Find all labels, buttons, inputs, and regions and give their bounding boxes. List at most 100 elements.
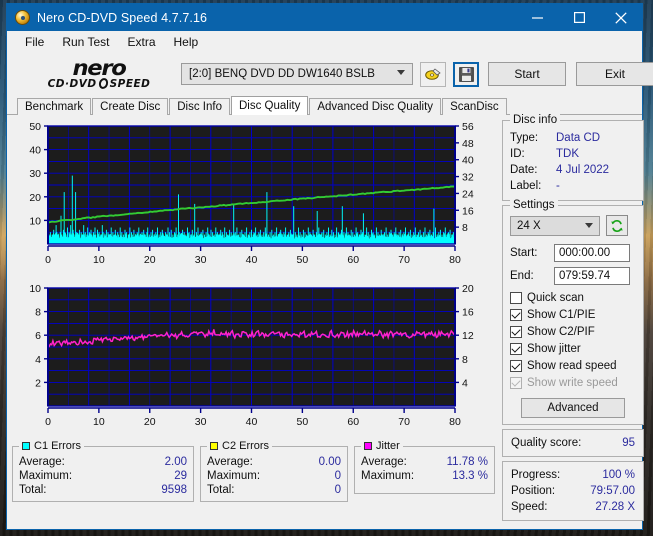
minimize-icon[interactable] (516, 4, 558, 31)
svg-text:8: 8 (462, 354, 468, 366)
jitter-maximum-row: Maximum: 13.3 % (361, 469, 488, 483)
svg-text:70: 70 (398, 254, 410, 266)
speed-value: 27.28 X (595, 501, 635, 513)
menu-item-run-test[interactable]: Run Test (53, 34, 118, 50)
c1-average-label: Average: (19, 456, 65, 468)
c1-errors-chart: 10 20 30 40 50 8 16 24 32 40 48 56 0 10 20 30 40 50 60 70 80 (12, 120, 497, 280)
c1-average-value: 2.00 (164, 456, 187, 468)
checkbox-show-jitter-box (510, 343, 522, 355)
svg-text:0: 0 (45, 254, 51, 266)
c2-total-row: Total: 0 (207, 483, 341, 497)
checkbox-show-write-speed-label: Show write speed (527, 377, 618, 389)
tab-benchmark[interactable]: Benchmark (17, 98, 92, 115)
tab-create-disc[interactable]: Create Disc (92, 98, 169, 115)
end-field-label: End: (510, 270, 534, 282)
c2-average-label: Average: (207, 456, 253, 468)
position-value: 79:57.00 (590, 485, 635, 497)
progress-value: 100 % (602, 469, 635, 481)
menu-item-extra[interactable]: Extra (118, 34, 164, 50)
checkbox-show-c2-pif[interactable]: Show C2/PIF (510, 324, 636, 340)
svg-text:16: 16 (462, 307, 474, 319)
disc-date-label: Date: (510, 164, 538, 176)
tab-scandisc[interactable]: ScanDisc (442, 98, 507, 115)
start-button[interactable]: Start (488, 62, 566, 86)
tab-advanced-disc-quality[interactable]: Advanced Disc Quality (309, 98, 442, 115)
close-icon[interactable] (600, 4, 642, 31)
checkbox-show-c1-pie-box (510, 309, 522, 321)
menu-item-help[interactable]: Help (165, 34, 208, 50)
disc-icon (15, 10, 30, 25)
c2-errors-legend-label: C2 Errors (222, 440, 270, 452)
checkbox-show-jitter-label: Show jitter (527, 343, 581, 355)
tab-disc-quality[interactable]: Disc Quality (231, 96, 309, 115)
drive-select[interactable]: [2:0] BENQ DVD DD DW1640 BSLB (181, 63, 413, 85)
speed-row-status: Speed: 27.28 X (511, 499, 635, 515)
exit-button[interactable]: Exit (576, 62, 653, 86)
checkbox-show-c2-pif-label: Show C2/PIF (527, 326, 595, 338)
window-controls (516, 4, 642, 31)
svg-text:30: 30 (195, 254, 207, 266)
statistics-row: C1 Errors Average: 2.00 Maximum: 29 Tota… (12, 440, 497, 502)
svg-text:56: 56 (462, 121, 474, 133)
svg-text:50: 50 (297, 254, 309, 266)
tab-disc-info[interactable]: Disc Info (169, 98, 230, 115)
checkbox-quick-scan[interactable]: Quick scan (510, 290, 636, 306)
end-field-row: End: 079:59.74 (510, 267, 636, 285)
c2-total-value: 0 (334, 484, 341, 496)
svg-text:6: 6 (35, 330, 41, 342)
c1-maximum-label: Maximum: (19, 470, 73, 482)
maximize-icon[interactable] (558, 4, 600, 31)
quality-score-value: 95 (622, 437, 635, 449)
checkbox-quick-scan-box (510, 292, 522, 304)
jitter-legend: Jitter (361, 440, 403, 452)
checkbox-show-c1-pie[interactable]: Show C1/PIE (510, 307, 636, 323)
settings-group-label: Settings (510, 199, 558, 211)
c2-maximum-value: 0 (334, 470, 341, 482)
eject-disc-icon[interactable] (420, 61, 446, 87)
menu-item-file[interactable]: File (16, 34, 53, 50)
tab-bar: Benchmark Create Disc Disc Info Disc Qua… (7, 96, 642, 115)
checkbox-show-read-speed[interactable]: Show read speed (510, 358, 636, 374)
svg-text:60: 60 (347, 254, 359, 266)
menu-bar: File Run Test Extra Help (7, 31, 642, 52)
save-floppy-icon[interactable] (453, 61, 479, 87)
svg-text:40: 40 (246, 416, 258, 428)
svg-text:40: 40 (246, 254, 258, 266)
speed-select-value: 24 X (517, 219, 541, 232)
end-input[interactable]: 079:59.74 (554, 267, 630, 285)
window-title: Nero CD-DVD Speed 4.7.7.16 (37, 10, 208, 25)
svg-text:48: 48 (462, 138, 474, 150)
svg-text:80: 80 (449, 416, 461, 428)
speed-label: Speed: (511, 501, 548, 513)
disc-date-row: Date: 4 Jul 2022 (510, 162, 636, 178)
refresh-icon[interactable] (606, 215, 628, 236)
svg-text:32: 32 (462, 172, 474, 184)
start-input[interactable]: 000:00.00 (554, 244, 630, 262)
c1-total-row: Total: 9598 (19, 483, 187, 497)
quality-score-group: Quality score: 95 (502, 429, 644, 457)
start-field-label: Start: (510, 247, 538, 259)
svg-text:20: 20 (29, 192, 41, 204)
c1-total-value: 9598 (161, 484, 187, 496)
svg-text:4: 4 (462, 377, 468, 389)
jitter-maximum-value: 13.3 % (452, 470, 488, 482)
progress-label: Progress: (511, 469, 561, 481)
svg-text:0: 0 (45, 416, 51, 428)
svg-text:80: 80 (449, 254, 461, 266)
quality-score-row: Quality score: 95 (511, 435, 635, 451)
svg-text:10: 10 (93, 416, 105, 428)
jitter-color-swatch (364, 442, 372, 450)
jitter-average-row: Average: 11.78 % (361, 455, 488, 469)
speed-select[interactable]: 24 X (510, 215, 600, 236)
toolbar: nero CD·DVD SPEED [2:0] BENQ DVD DD DW16… (7, 52, 653, 96)
advanced-button[interactable]: Advanced (521, 398, 625, 418)
svg-text:50: 50 (297, 416, 309, 428)
checkbox-show-jitter[interactable]: Show jitter (510, 341, 636, 357)
quality-score-label: Quality score: (511, 437, 582, 449)
side-panel: Disc info Type: Data CD ID: TDK Date: 4 … (502, 114, 644, 525)
svg-text:10: 10 (29, 215, 41, 227)
c2-maximum-label: Maximum: (207, 470, 261, 482)
settings-group: Settings 24 X Start: 000:00.00 End: 079:… (502, 199, 644, 425)
c2-errors-legend: C2 Errors (207, 440, 273, 452)
svg-text:40: 40 (462, 155, 474, 167)
